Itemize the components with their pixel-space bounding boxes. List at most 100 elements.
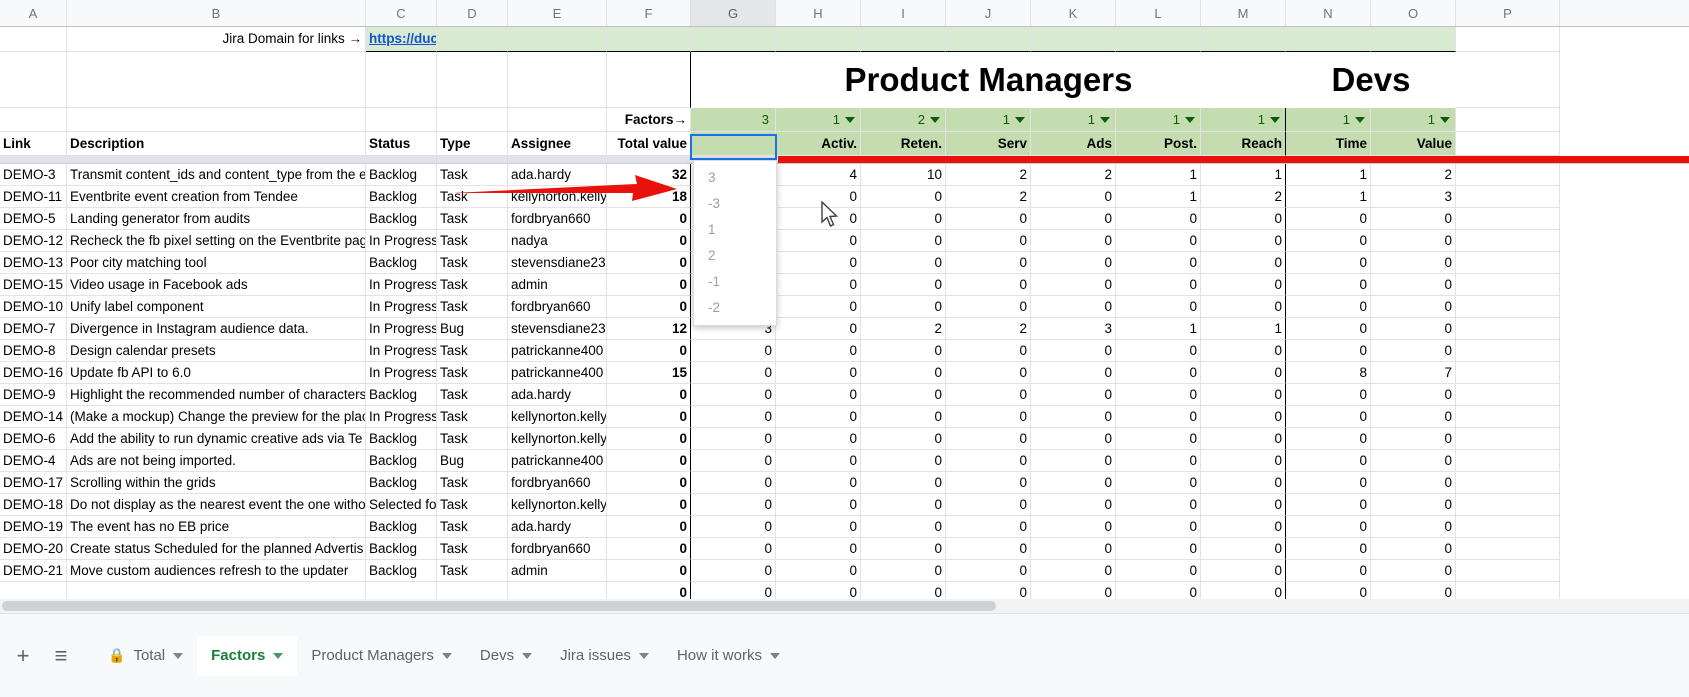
cell-link[interactable]: DEMO-19 xyxy=(0,516,67,538)
cell-factor-reten[interactable]: 0 xyxy=(861,450,946,472)
cell-description[interactable]: Ads are not being imported. xyxy=(67,450,366,472)
cell-factor-reach[interactable]: 0 xyxy=(1201,362,1286,384)
cell-total-value[interactable]: 0 xyxy=(607,428,691,450)
cell-factor-activ[interactable]: 0 xyxy=(776,538,861,560)
cell-factor-ads[interactable]: 0 xyxy=(1031,340,1116,362)
cell-description[interactable]: Video usage in Facebook ads xyxy=(67,274,366,296)
cell-B2[interactable] xyxy=(67,52,366,108)
cell-factor-ads[interactable]: 0 xyxy=(1031,186,1116,208)
cell-factor-reten[interactable]: 0 xyxy=(861,186,946,208)
cell-factor-serv[interactable]: 0 xyxy=(946,428,1031,450)
cell-factor-time[interactable]: 8 xyxy=(1286,362,1371,384)
cell-type[interactable]: Task xyxy=(437,560,508,582)
column-header-strip[interactable]: A B C D E F G H I J K L M N O P xyxy=(0,0,1689,27)
chevron-down-icon[interactable] xyxy=(1440,117,1450,123)
cell-factor-value[interactable]: 0 xyxy=(1371,208,1456,230)
cell-P4[interactable] xyxy=(1456,132,1560,156)
cell-link[interactable]: DEMO-3 xyxy=(0,164,67,186)
cell-factor-value[interactable]: 0 xyxy=(1371,252,1456,274)
cell-factor-reten[interactable]: 0 xyxy=(861,472,946,494)
cell-factor-post[interactable]: 0 xyxy=(1116,340,1201,362)
cell-link[interactable]: DEMO-18 xyxy=(0,494,67,516)
cell-factor-activ[interactable]: 0 xyxy=(776,340,861,362)
cell-factor-serv[interactable]: 0 xyxy=(946,296,1031,318)
cell-factor-activ[interactable]: 0 xyxy=(776,560,861,582)
cell-factor-reach[interactable]: 0 xyxy=(1201,340,1286,362)
cell-factor-value[interactable]: 0 xyxy=(1371,560,1456,582)
cell-assignee[interactable]: patrickanne400 xyxy=(508,362,607,384)
cell-factor-g[interactable]: 0 xyxy=(691,406,776,428)
cell-factor-time[interactable]: 0 xyxy=(1286,560,1371,582)
column-header-N[interactable]: N xyxy=(1286,0,1371,26)
cell-I1[interactable] xyxy=(861,27,946,52)
cell-empty-p[interactable] xyxy=(1456,252,1560,274)
cell-factor-reten[interactable]: 0 xyxy=(861,406,946,428)
cell-factor-post[interactable]: 1 xyxy=(1116,164,1201,186)
cell-type[interactable]: Task xyxy=(437,208,508,230)
cell-factor-time[interactable]: 0 xyxy=(1286,472,1371,494)
cell-factor-value[interactable]: 0 xyxy=(1371,406,1456,428)
jira-domain-link[interactable]: https://ducalis-demo.atlassian.net/brows… xyxy=(369,31,437,46)
cell-factor-time[interactable]: 0 xyxy=(1286,318,1371,340)
cell-factor-reach[interactable]: 0 xyxy=(1201,538,1286,560)
cell-empty-p[interactable] xyxy=(1456,560,1560,582)
cell-factor-reten[interactable]: 0 xyxy=(861,494,946,516)
cell-factor-reach[interactable]: 0 xyxy=(1201,384,1286,406)
cell-description[interactable]: Recheck the fb pixel setting on the Even… xyxy=(67,230,366,252)
cell-description[interactable]: Update fb API to 6.0 xyxy=(67,362,366,384)
cell-factor-serv[interactable]: 0 xyxy=(946,538,1031,560)
cell-factor-reten[interactable]: 2 xyxy=(861,318,946,340)
cell-status[interactable]: Backlog xyxy=(366,516,437,538)
cell-empty-p[interactable] xyxy=(1456,208,1560,230)
dropdown-option-5[interactable]: -2 xyxy=(694,295,776,321)
chevron-down-icon[interactable] xyxy=(770,653,780,659)
chevron-down-icon[interactable] xyxy=(522,653,532,659)
cell-empty-p[interactable] xyxy=(1456,274,1560,296)
cell-empty-p[interactable] xyxy=(1456,230,1560,252)
cell-factor-post[interactable]: 0 xyxy=(1116,450,1201,472)
cell-status[interactable]: Backlog xyxy=(366,208,437,230)
cell-F1[interactable] xyxy=(607,27,691,52)
cell-factor-time[interactable]: 0 xyxy=(1286,450,1371,472)
cell-assignee[interactable]: stevensdiane23 xyxy=(508,252,607,274)
spreadsheet-grid[interactable]: Jira Domain for links → https://ducalis-… xyxy=(0,27,1689,604)
cell-empty-p[interactable] xyxy=(1456,450,1560,472)
cell-factor-serv[interactable]: 2 xyxy=(946,164,1031,186)
cell-factor-activ[interactable]: 0 xyxy=(776,384,861,406)
jira-domain-label[interactable]: Jira Domain for links → xyxy=(67,27,366,52)
cell-assignee[interactable]: admin xyxy=(508,274,607,296)
cell-factor-reach[interactable]: 0 xyxy=(1201,274,1286,296)
cell-empty-p[interactable] xyxy=(1456,384,1560,406)
cell-factor-reten[interactable]: 0 xyxy=(861,230,946,252)
cell-factor-reach[interactable]: 0 xyxy=(1201,230,1286,252)
cell-description[interactable]: Create status Scheduled for the planned … xyxy=(67,538,366,560)
cell-empty-p[interactable] xyxy=(1456,538,1560,560)
table-row[interactable]: DEMO-15Video usage in Facebook adsIn Pro… xyxy=(0,274,1689,296)
cell-factor-reten[interactable]: 0 xyxy=(861,274,946,296)
cell-factor-reach[interactable]: 0 xyxy=(1201,296,1286,318)
factor-weight-reach[interactable]: 1 xyxy=(1201,108,1286,132)
cell-factor-reten[interactable]: 0 xyxy=(861,208,946,230)
cell-total-value[interactable]: 0 xyxy=(607,252,691,274)
cell-factor-value[interactable]: 2 xyxy=(1371,164,1456,186)
chevron-down-icon[interactable] xyxy=(273,653,283,659)
dropdown-option-0[interactable]: 3 xyxy=(694,165,776,191)
table-row[interactable]: DEMO-12Recheck the fb pixel setting on t… xyxy=(0,230,1689,252)
cell-total-value[interactable]: 0 xyxy=(607,340,691,362)
cell-factor-post[interactable]: 0 xyxy=(1116,362,1201,384)
cell-factor-g[interactable]: 0 xyxy=(691,384,776,406)
cell-A3[interactable] xyxy=(0,108,67,132)
cell-empty-p[interactable] xyxy=(1456,186,1560,208)
cell-C3[interactable] xyxy=(366,108,437,132)
cell-factor-value[interactable]: 0 xyxy=(1371,340,1456,362)
cell-factor-time[interactable]: 0 xyxy=(1286,428,1371,450)
cell-factor-time[interactable]: 0 xyxy=(1286,538,1371,560)
cell-status[interactable]: In Progress xyxy=(366,340,437,362)
cell-factor-reten[interactable]: 0 xyxy=(861,538,946,560)
cell-factor-ads[interactable]: 0 xyxy=(1031,538,1116,560)
cell-factor-activ[interactable]: 0 xyxy=(776,230,861,252)
cell-factor-time[interactable]: 0 xyxy=(1286,296,1371,318)
cell-factor-ads[interactable]: 0 xyxy=(1031,516,1116,538)
cell-description[interactable]: Move custom audiences refresh to the upd… xyxy=(67,560,366,582)
cell-type[interactable]: Task xyxy=(437,494,508,516)
